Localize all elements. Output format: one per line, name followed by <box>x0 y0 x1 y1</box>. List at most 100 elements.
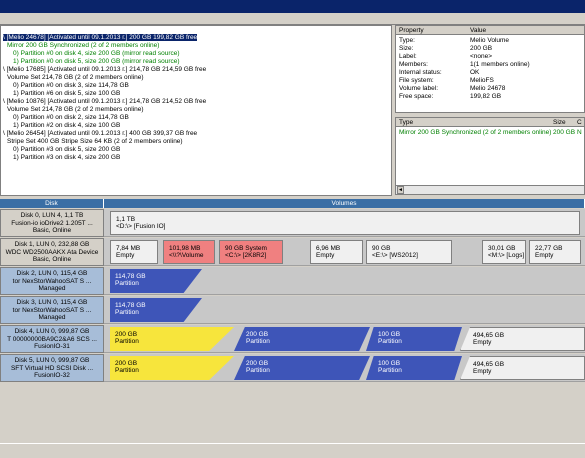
member-row[interactable]: Mirror 200 GB Synchronized (2 of 2 membe… <box>396 129 584 137</box>
disk-model: T 00000000BA9C2&A6 SCS ... <box>7 335 97 343</box>
tree-item-partition[interactable]: 0) Partition #0 on disk 2, size 114,78 G… <box>13 114 129 122</box>
partition-label: Empty <box>473 339 492 346</box>
disk-3-label[interactable]: Disk 3, LUN 0, 115,4 GB tor NexStorWahoo… <box>0 296 104 324</box>
tree-item-partition[interactable]: 1) Partition #0 on disk 5, size 200 GB (… <box>13 58 180 66</box>
disk-model: Fusion-io ioDrive2 1.205T ... <box>11 219 93 227</box>
partition-empty[interactable]: 494,65 GB Empty <box>460 327 585 351</box>
property-key: Label: <box>399 53 417 60</box>
partition-label: Partition <box>115 309 139 316</box>
disk-4-label[interactable]: Disk 4, LUN 0, 999,87 GB T 00000000BA9C2… <box>0 325 104 353</box>
property-value: Melio Volume <box>470 37 510 44</box>
tree-item-volume-set[interactable]: Volume Set 214,78 GB (2 of 2 members onl… <box>7 74 144 82</box>
tree-item-mirror[interactable]: Mirror 200 GB Synchronized (2 of 2 membe… <box>7 42 159 50</box>
disk-model: SFT Virtual HD SCSI Disk ... <box>10 364 94 372</box>
tree-item-label: \ [Melio 10876] [Activated until 09.1.20… <box>3 98 207 105</box>
partition-label: Empty <box>535 252 554 259</box>
tree-item-partition[interactable]: 0) Partition #0 on disk 3, size 114,78 G… <box>13 82 129 90</box>
property-key: Volume label: <box>399 85 439 92</box>
partition-size: 101,98 MB <box>169 245 201 252</box>
disk-status: FusionIO-31 <box>34 343 70 350</box>
disk-status: Basic, Online <box>32 256 72 263</box>
tree-item-label: 0) Partition #0 on disk 4, size 200 GB (… <box>13 50 180 57</box>
partition-empty[interactable]: 6,96 MB Empty <box>310 240 363 264</box>
partition-size: 200 GB <box>115 331 138 338</box>
partition-size: 90 GB <box>372 245 391 252</box>
property-row: Type: Melio Volume <box>396 37 584 45</box>
disk-title: Disk 3, LUN 0, 115,4 GB <box>16 299 88 306</box>
partition-size: 494,65 GB <box>473 361 505 368</box>
partition-volume-set[interactable]: 100 GB Partition <box>366 356 462 380</box>
property-row: Volume label: Melio 24678 <box>396 85 584 93</box>
partition-label: <M:\> [Logs] <box>488 252 525 259</box>
property-row: Free space: 199,82 GB <box>396 93 584 101</box>
column-header-size[interactable]: Size <box>553 119 566 126</box>
volume-tree[interactable]: \ [Melio 24678] [Activated until 09.1.20… <box>0 25 392 196</box>
tree-item-partition[interactable]: 1) Partition #6 on disk 5, size 100 GB <box>13 90 120 98</box>
partition-size: 100 GB <box>378 360 401 367</box>
partition-label: Partition <box>246 338 270 345</box>
partition-stripe[interactable]: 200 GB Partition <box>234 327 370 351</box>
volume-fusion-io[interactable]: 1,1 TB <D:\> [Fusion IO] <box>110 211 580 235</box>
partition-stripe[interactable]: 200 GB Partition <box>234 356 370 380</box>
tree-item-melio-17685[interactable]: \ [Melio 17685] [Activated until 09.1.20… <box>3 66 206 74</box>
disk-0-label[interactable]: Disk 0, LUN 4, 1,1 TB Fusion-io ioDrive2… <box>0 209 104 237</box>
column-header-volumes[interactable]: Volumes <box>104 199 585 208</box>
property-value: <none> <box>470 53 493 60</box>
partition-m[interactable]: 30,01 GB <M:\> [Logs] <box>482 240 526 264</box>
partition-label: Partition <box>115 280 139 287</box>
partition-label: Empty <box>473 368 492 375</box>
disk-model: WDC WD2500AAKX Ata Device <box>5 248 99 256</box>
property-row: Size: 200 GB <box>396 45 584 53</box>
property-key: File system: <box>399 77 434 84</box>
tree-item-melio-10876[interactable]: \ [Melio 10876] [Activated until 09.1.20… <box>3 98 206 106</box>
member-c: N <box>577 129 582 136</box>
partition-system-c[interactable]: 90 GB System <C:\> [2K8R2] <box>219 240 283 264</box>
column-header-type[interactable]: Type <box>399 119 413 126</box>
partition-empty[interactable]: 7,84 MB Empty <box>110 240 158 264</box>
tree-item-label: \ [Melio 17685] [Activated until 09.1.20… <box>3 66 207 73</box>
disk-1-label[interactable]: Disk 1, LUN 0, 232,88 GB WDC WD2500AAKX … <box>0 238 104 266</box>
disk-map: Disk Volumes Disk 0, LUN 4, 1,1 TB Fusio… <box>0 199 585 439</box>
tree-item-partition[interactable]: 1) Partition #2 on disk 4, size 100 GB <box>13 122 120 130</box>
partition-label: Empty <box>116 252 135 259</box>
partition-volume-set[interactable]: 100 GB Partition <box>366 327 462 351</box>
partition-label: <E:\> [WS2012] <box>372 252 418 259</box>
partition-e[interactable]: 90 GB <E:\> [WS2012] <box>366 240 452 264</box>
horizontal-scrollbar[interactable]: ◄ <box>396 185 584 194</box>
disk-title: Disk 5, LUN 0, 999,87 GB <box>14 357 90 364</box>
property-key: Type: <box>399 37 415 44</box>
column-header-value[interactable]: Value <box>470 27 486 34</box>
partition-size: 200 GB <box>115 360 138 367</box>
partition-empty[interactable]: 22,77 GB Empty <box>529 240 581 264</box>
tree-item-volume-set[interactable]: Volume Set 214,78 GB (2 of 2 members onl… <box>7 106 144 114</box>
tree-item-stripe-set[interactable]: Stripe Set 400 GB Stripe Size 64 KB (2 o… <box>7 138 183 146</box>
tree-item-partition[interactable]: 0) Partition #3 on disk 5, size 200 GB <box>13 146 120 154</box>
disk-title: Disk 2, LUN 0, 115,4 GB <box>16 270 88 277</box>
disk-5-label[interactable]: Disk 5, LUN 0, 999,87 GB SFT Virtual HD … <box>0 354 104 382</box>
partition-label: <\\?\Volume <box>169 252 204 259</box>
tree-item-melio-26454[interactable]: \ [Melio 26454] [Activated until 09.1.20… <box>3 130 197 138</box>
column-header-property[interactable]: Property <box>399 27 424 34</box>
disk-title: Disk 0, LUN 4, 1,1 TB <box>20 212 84 219</box>
disk-status: FusionIO-32 <box>34 372 70 379</box>
column-header-c[interactable]: C <box>577 119 582 126</box>
tree-item-label: Volume Set 214,78 GB (2 of 2 members onl… <box>7 74 144 81</box>
property-key: Members: <box>399 61 428 68</box>
disk-2-label[interactable]: Disk 2, LUN 0, 115,4 GB tor NexStorWahoo… <box>0 267 104 295</box>
property-key: Size: <box>399 45 414 52</box>
property-value: 1(1 members online) <box>470 61 530 68</box>
tree-item-partition[interactable]: 1) Partition #3 on disk 4, size 200 GB <box>13 154 120 162</box>
disk-model: tor NexStorWahooSAT S ... <box>12 277 92 285</box>
tree-item-melio-24678[interactable]: \ [Melio 24678] [Activated until 09.1.20… <box>3 34 198 42</box>
property-key: Internal status: <box>399 69 442 76</box>
column-header-disk[interactable]: Disk <box>0 199 104 208</box>
status-bar <box>0 443 585 458</box>
scroll-left-icon[interactable]: ◄ <box>397 186 404 194</box>
property-value: MelioFS <box>470 77 494 84</box>
partition-system-reserved[interactable]: 101,98 MB <\\?\Volume <box>163 240 215 264</box>
tree-item-label: \ [Melio 26454] [Activated until 09.1.20… <box>3 130 198 137</box>
property-row: File system: MelioFS <box>396 77 584 85</box>
disk-title: Disk 4, LUN 0, 999,87 GB <box>14 328 90 335</box>
tree-item-partition[interactable]: 0) Partition #0 on disk 4, size 200 GB (… <box>13 50 180 58</box>
partition-empty[interactable]: 494,65 GB Empty <box>460 356 585 380</box>
